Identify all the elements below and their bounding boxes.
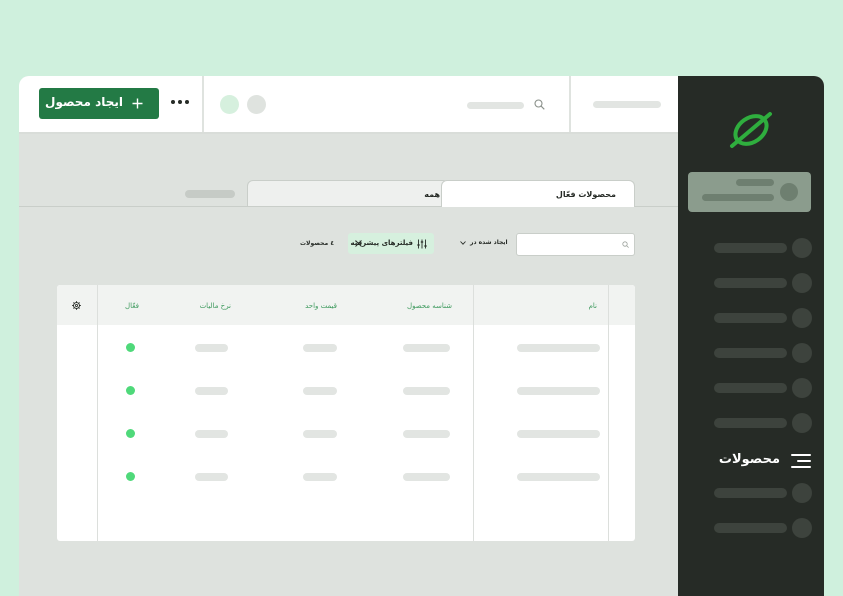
plus-icon (132, 98, 143, 109)
placeholder-bar (714, 313, 787, 323)
status-active-dot (126, 429, 135, 438)
placeholder-cell (517, 344, 600, 352)
placeholder-cell (195, 344, 228, 352)
sidebar-item[interactable] (678, 517, 824, 539)
tab-label: همه (424, 190, 440, 199)
more-horizontal-icon[interactable] (171, 100, 189, 106)
placeholder-icon (792, 483, 812, 503)
top-bar: ایجاد محصول (19, 76, 678, 134)
column-header-unit-price[interactable]: قیمت واحد (305, 302, 337, 310)
sidebar-item[interactable] (678, 412, 824, 434)
search-icon (622, 241, 629, 248)
status-active-dot (126, 472, 135, 481)
advanced-filters-chip[interactable]: فیلترهای پیشرفته (348, 233, 434, 254)
avatar-placeholder[interactable] (220, 95, 239, 114)
menu-icon (791, 454, 811, 468)
sidebar-item[interactable] (678, 272, 824, 294)
column-header-name[interactable]: نام (589, 302, 597, 310)
leaf-logo-icon[interactable] (728, 110, 774, 150)
placeholder-icon (792, 518, 812, 538)
placeholder-bar (714, 488, 787, 498)
tab-label: محصولات فعّال (555, 190, 616, 199)
gear-icon[interactable] (72, 301, 81, 310)
app-window: محصولات ایجاد محصول همه محصولات فعّال ای… (19, 76, 824, 596)
sidebar: محصولات (678, 76, 824, 596)
placeholder-cell (403, 387, 450, 395)
placeholder-cell (403, 430, 450, 438)
placeholder-cell (517, 387, 600, 395)
status-active-dot (126, 343, 135, 352)
sidebar-item[interactable] (678, 482, 824, 504)
column-header-tax-rate[interactable]: نرخ مالیات (200, 302, 231, 310)
placeholder-bar (714, 523, 787, 533)
placeholder-cell (403, 473, 450, 481)
placeholder-icon (792, 238, 812, 258)
placeholder-icon (780, 183, 798, 201)
column-header-active[interactable]: فعّال (125, 302, 139, 310)
tab-active-products[interactable]: محصولات فعّال (441, 180, 635, 207)
placeholder-cell (517, 473, 600, 481)
placeholder-cell (195, 473, 228, 481)
placeholder-cell (303, 473, 337, 481)
table-row[interactable] (57, 429, 635, 440)
placeholder-cell (195, 430, 228, 438)
divider (202, 76, 204, 132)
product-count: ٤ محصولات (300, 240, 334, 247)
tab-all[interactable]: همه (247, 180, 449, 207)
created-in-dropdown[interactable]: ایجاد شده در (470, 239, 508, 246)
sliders-icon (417, 239, 427, 249)
create-product-button[interactable]: ایجاد محصول (39, 88, 159, 119)
tab-placeholder[interactable] (185, 190, 235, 198)
avatar-placeholder[interactable] (247, 95, 266, 114)
top-bar-placeholder (593, 101, 661, 108)
table-header: نام شناسه محصول قیمت واحد نرخ مالیات فعّ… (57, 285, 635, 325)
placeholder-icon (792, 378, 812, 398)
placeholder-cell (303, 387, 337, 395)
table-row[interactable] (57, 472, 635, 483)
placeholder-bar (714, 348, 787, 358)
placeholder-cell (303, 430, 337, 438)
placeholder-cell (403, 344, 450, 352)
placeholder-bar (714, 418, 787, 428)
sidebar-item[interactable] (678, 342, 824, 364)
sidebar-item-active-placeholder[interactable] (688, 172, 811, 212)
column-divider (97, 285, 98, 541)
column-divider (473, 285, 474, 541)
close-icon[interactable] (355, 240, 362, 247)
placeholder-bar (736, 179, 774, 186)
placeholder-cell (517, 430, 600, 438)
chevron-down-icon[interactable] (460, 241, 466, 245)
table-row[interactable] (57, 343, 635, 354)
create-product-label: ایجاد محصول (45, 95, 123, 109)
products-table: نام شناسه محصول قیمت واحد نرخ مالیات فعّ… (57, 285, 635, 541)
placeholder-cell (303, 344, 337, 352)
table-row[interactable] (57, 386, 635, 397)
placeholder-cell (195, 387, 228, 395)
sidebar-item-products[interactable]: محصولات (678, 450, 824, 472)
filter-search-input[interactable] (516, 233, 635, 256)
column-header-product-id[interactable]: شناسه محصول (407, 302, 452, 310)
placeholder-icon (792, 343, 812, 363)
sidebar-item-label: محصولات (718, 452, 780, 467)
sidebar-item[interactable] (678, 237, 824, 259)
search-placeholder-bar[interactable] (467, 102, 524, 109)
divider (569, 76, 571, 132)
status-active-dot (126, 386, 135, 395)
placeholder-icon (792, 273, 812, 293)
column-divider (608, 285, 609, 541)
placeholder-icon (792, 308, 812, 328)
placeholder-bar (702, 194, 774, 201)
placeholder-icon (792, 413, 812, 433)
search-icon[interactable] (534, 99, 545, 110)
sidebar-item[interactable] (678, 377, 824, 399)
placeholder-bar (714, 383, 787, 393)
sidebar-item[interactable] (678, 307, 824, 329)
placeholder-bar (714, 243, 787, 253)
placeholder-bar (714, 278, 787, 288)
